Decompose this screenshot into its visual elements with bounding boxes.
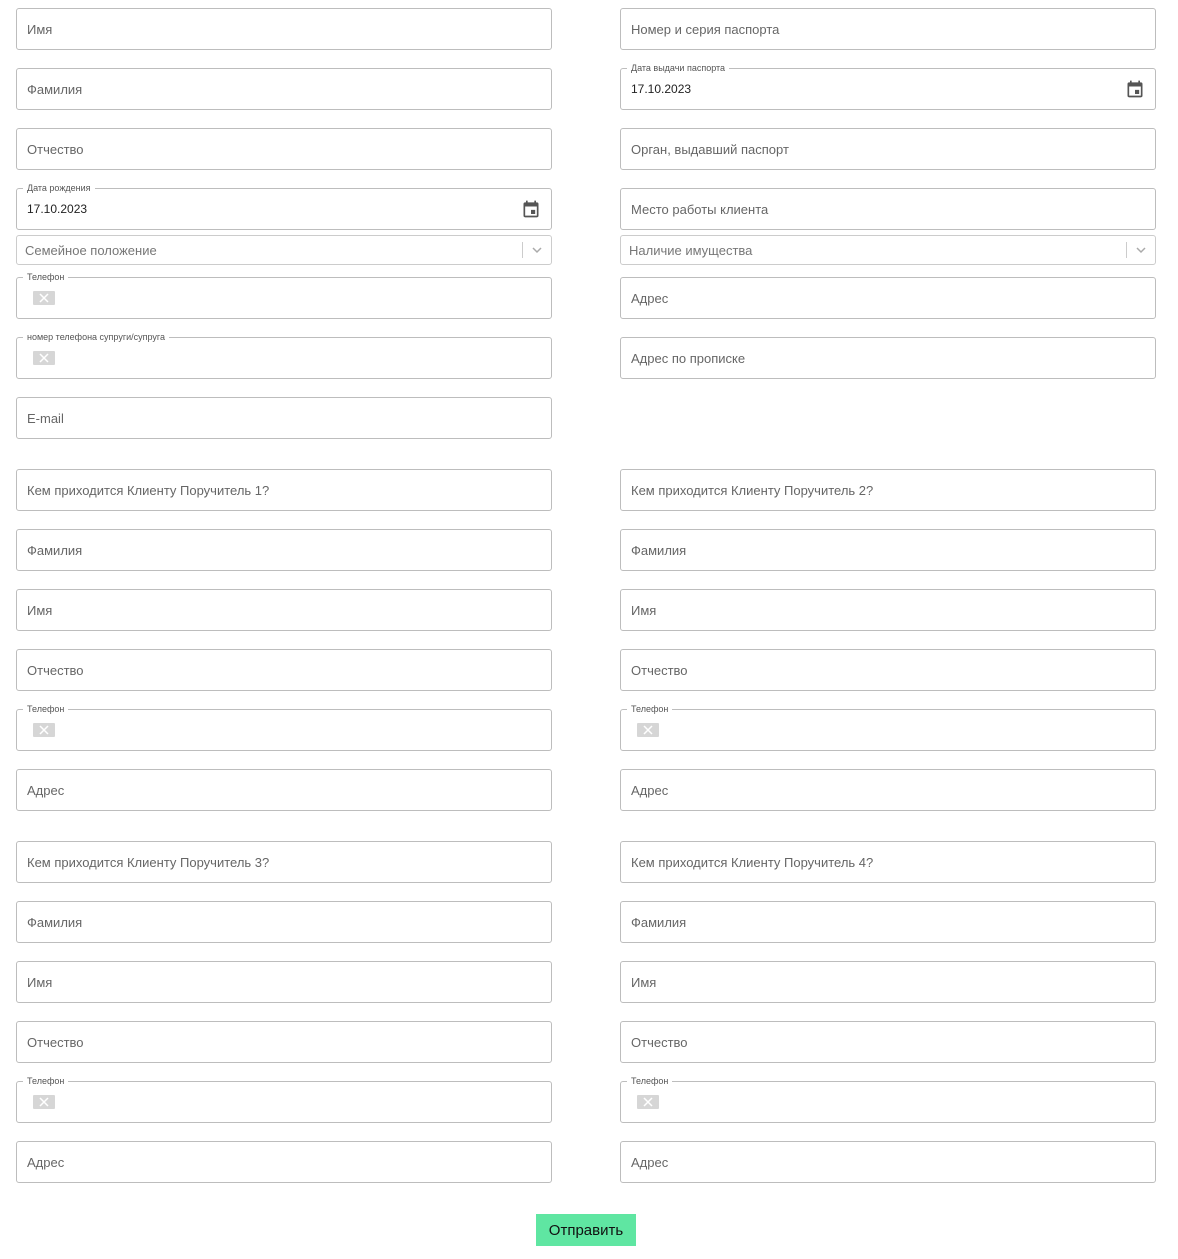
guarantor-first-name-placeholder: Имя [27,603,53,618]
passport-date-value: 17.10.2023 [631,82,692,96]
property-select[interactable]: Наличие имущества [620,235,1156,265]
marital-status-select[interactable]: Семейное положение [16,235,552,265]
guarantor-phone-label: Телефон [23,1075,69,1087]
guarantor-phone-label: Телефон [23,703,69,715]
flag-icon[interactable] [33,291,55,305]
guarantor-patronymic-placeholder: Отчество [27,663,84,678]
guarantor-relation-placeholder: Кем приходится Клиенту Поручитель 2? [631,483,874,498]
property-placeholder: Наличие имущества [629,243,753,258]
guarantor-patronymic-placeholder: Отчество [631,1035,688,1050]
guarantor-relation-field[interactable]: Кем приходится Клиенту Поручитель 1? [16,469,552,511]
guarantor-last-name-placeholder: Фамилия [631,543,687,558]
guarantor-last-name-placeholder: Фамилия [27,915,83,930]
submit-button[interactable]: Отправить [536,1214,636,1246]
birth-date-field[interactable]: Дата рождения 17.10.2023 [16,182,552,230]
guarantor-last-name-placeholder: Фамилия [27,543,83,558]
client-address-field[interactable]: Адрес [620,277,1156,319]
guarantor-first-name-field[interactable]: Имя [16,589,552,631]
client-phone-field[interactable]: Телефон [16,271,552,319]
guarantor-first-name-placeholder: Имя [631,603,657,618]
client-last-name-field[interactable]: Фамилия [16,68,552,110]
chevron-down-icon[interactable] [1135,244,1147,256]
guarantor-address-field[interactable]: Адрес [16,769,552,811]
guarantor-address-placeholder: Адрес [27,1155,65,1170]
calendar-icon[interactable] [1125,79,1145,99]
guarantor-address-field[interactable]: Адрес [620,1141,1156,1183]
guarantor-patronymic-placeholder: Отчество [27,1035,84,1050]
spouse-phone-field[interactable]: номер телефона супруги/супруга [16,331,552,379]
guarantor-last-name-field[interactable]: Фамилия [620,901,1156,943]
flag-icon[interactable] [33,723,55,737]
guarantor-phone-label: Телефон [627,1075,673,1087]
guarantor-address-field[interactable]: Адрес [16,1141,552,1183]
registration-address-field[interactable]: Адрес по прописке [620,337,1156,379]
guarantor-first-name-field[interactable]: Имя [620,961,1156,1003]
email-field[interactable]: E-mail [16,397,552,439]
passport-number-field[interactable]: Номер и серия паспорта [620,8,1156,50]
guarantor-first-name-placeholder: Имя [27,975,53,990]
passport-date-field[interactable]: Дата выдачи паспорта 17.10.2023 [620,62,1156,110]
select-separator [522,242,523,258]
guarantor-patronymic-field[interactable]: Отчество [16,1021,552,1063]
guarantor-phone-field[interactable]: Телефон [620,703,1156,751]
guarantor-first-name-placeholder: Имя [631,975,657,990]
flag-icon[interactable] [637,1095,659,1109]
workplace-field[interactable]: Место работы клиента [620,188,1156,230]
guarantor-relation-placeholder: Кем приходится Клиенту Поручитель 1? [27,483,270,498]
guarantor-patronymic-field[interactable]: Отчество [620,649,1156,691]
guarantor-patronymic-field[interactable]: Отчество [620,1021,1156,1063]
client-phone-label: Телефон [23,271,69,283]
birth-date-label: Дата рождения [23,182,95,194]
guarantor-relation-field[interactable]: Кем приходится Клиенту Поручитель 4? [620,841,1156,883]
guarantor-last-name-placeholder: Фамилия [631,915,687,930]
calendar-icon[interactable] [521,199,541,219]
spouse-phone-label: номер телефона супруги/супруга [23,331,170,343]
guarantor-last-name-field[interactable]: Фамилия [16,901,552,943]
guarantor-phone-field[interactable]: Телефон [16,1075,552,1123]
flag-icon[interactable] [637,723,659,737]
guarantor-first-name-field[interactable]: Имя [16,961,552,1003]
guarantor-address-placeholder: Адрес [631,1155,669,1170]
guarantor-relation-placeholder: Кем приходится Клиенту Поручитель 3? [27,855,270,870]
email-placeholder: E-mail [27,411,64,426]
guarantor-relation-field[interactable]: Кем приходится Клиенту Поручитель 2? [620,469,1156,511]
registration-address-placeholder: Адрес по прописке [631,351,746,366]
guarantor-first-name-field[interactable]: Имя [620,589,1156,631]
guarantor-relation-placeholder: Кем приходится Клиенту Поручитель 4? [631,855,874,870]
client-patronymic-placeholder: Отчество [27,142,84,157]
client-patronymic-field[interactable]: Отчество [16,128,552,170]
client-first-name-placeholder: Имя [27,22,53,37]
passport-issuer-field[interactable]: Орган, выдавший паспорт [620,128,1156,170]
passport-issuer-placeholder: Орган, выдавший паспорт [631,142,789,157]
guarantor-phone-label: Телефон [627,703,673,715]
guarantor-phone-field[interactable]: Телефон [620,1075,1156,1123]
guarantor-patronymic-placeholder: Отчество [631,663,688,678]
chevron-down-icon[interactable] [531,244,543,256]
client-first-name-field[interactable]: Имя [16,8,552,50]
guarantor-patronymic-field[interactable]: Отчество [16,649,552,691]
passport-number-placeholder: Номер и серия паспорта [631,22,780,37]
flag-icon[interactable] [33,1095,55,1109]
passport-date-label: Дата выдачи паспорта [627,62,730,74]
flag-icon[interactable] [33,351,55,365]
workplace-placeholder: Место работы клиента [631,202,769,217]
guarantor-phone-field[interactable]: Телефон [16,703,552,751]
marital-status-placeholder: Семейное положение [25,243,157,258]
select-separator [1126,242,1127,258]
guarantor-address-placeholder: Адрес [631,783,669,798]
birth-date-value: 17.10.2023 [27,202,88,216]
guarantor-relation-field[interactable]: Кем приходится Клиенту Поручитель 3? [16,841,552,883]
client-address-placeholder: Адрес [631,291,669,306]
guarantor-address-field[interactable]: Адрес [620,769,1156,811]
guarantor-last-name-field[interactable]: Фамилия [16,529,552,571]
guarantor-address-placeholder: Адрес [27,783,65,798]
guarantor-last-name-field[interactable]: Фамилия [620,529,1156,571]
client-last-name-placeholder: Фамилия [27,82,83,97]
